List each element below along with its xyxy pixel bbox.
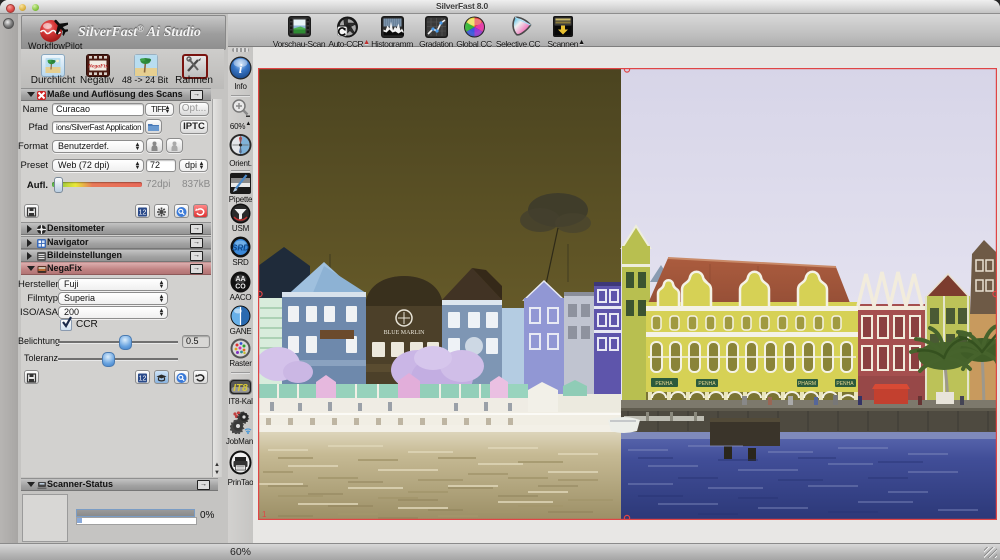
svg-text:PENHA: PENHA (698, 381, 716, 387)
svg-text:12: 12 (139, 210, 147, 217)
svg-text:12: 12 (139, 376, 147, 383)
svg-text:PHARM: PHARM (798, 381, 816, 387)
svg-text:NegaFix: NegaFix (87, 64, 108, 70)
svg-text:SRD: SRD (232, 244, 249, 253)
svg-text:i: i (239, 61, 243, 76)
svg-text:CO: CO (235, 284, 246, 291)
svg-text:BLUE MARLIN: BLUE MARLIN (384, 330, 425, 336)
svg-text:IT8: IT8 (233, 383, 248, 394)
svg-text:AA: AA (235, 276, 245, 283)
svg-text:1: 1 (262, 510, 267, 519)
svg-text:PENHA: PENHA (655, 381, 673, 387)
svg-text:PENHA: PENHA (836, 381, 854, 387)
